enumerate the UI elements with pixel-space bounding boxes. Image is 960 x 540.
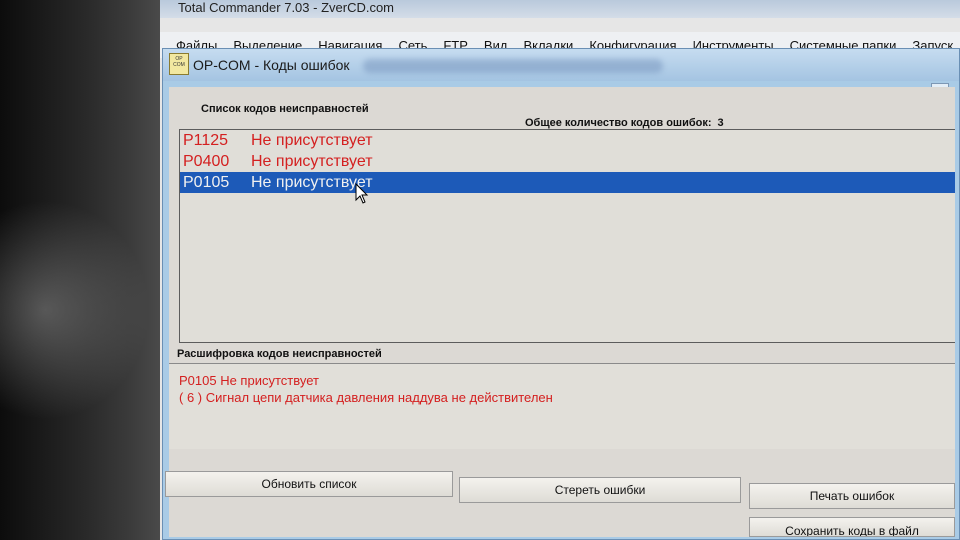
- mouse-cursor-icon: [355, 183, 369, 204]
- blurred-title-text: [363, 59, 663, 73]
- decode-header: Расшифровка кодов неисправностей: [177, 348, 382, 360]
- fault-status: Не присутствует: [251, 153, 373, 170]
- fault-count-value: 3: [717, 117, 724, 129]
- dialog-title: OP-COM - Коды ошибок: [193, 57, 350, 73]
- fault-code: P0400: [183, 153, 230, 170]
- refresh-list-button[interactable]: Обновить список: [165, 471, 453, 497]
- dialog-client-area: Список кодов неисправностей Общее количе…: [165, 87, 955, 537]
- decode-line: ( 6 ) Сигнал цепи датчика давления надду…: [179, 390, 553, 405]
- monitor-bezel: [0, 0, 160, 540]
- fault-code-row[interactable]: P1125 Не присутствует: [180, 130, 955, 151]
- decode-line: P0105 Не присутствует: [179, 373, 319, 388]
- decode-text-box: P0105 Не присутствует ( 6 ) Сигнал цепи …: [169, 363, 955, 449]
- fault-count-label: Общее количество кодов ошибок:: [525, 117, 712, 129]
- fault-code: P0105: [183, 174, 230, 191]
- fault-status: Не присутствует: [251, 132, 373, 149]
- dialog-titlebar[interactable]: OP COM OP-COM - Коды ошибок: [163, 49, 959, 81]
- fault-code-row[interactable]: P0400 Не присутствует: [180, 151, 955, 172]
- save-codes-button[interactable]: Сохранить коды в файл: [749, 517, 955, 537]
- opcom-fault-codes-dialog: OP COM OP-COM - Коды ошибок Список кодов…: [162, 48, 960, 540]
- fault-code-row-selected[interactable]: P0105 Не присутствует: [180, 172, 955, 204]
- wallpaper-smoke: [0, 200, 150, 420]
- fault-code: P1125: [183, 132, 229, 149]
- opcom-app-icon: OP COM: [169, 53, 189, 75]
- fault-code-list[interactable]: P1125 Не присутствует P0400 Не присутствуе…: [179, 129, 955, 343]
- total-commander-title: Total Commander 7.03 - ZverCD.com: [160, 0, 960, 18]
- clear-errors-button[interactable]: Стереть ошибки: [459, 477, 741, 503]
- print-errors-button[interactable]: Печать ошибок: [749, 483, 955, 509]
- fault-list-header: Список кодов неисправностей: [201, 103, 369, 115]
- fault-count: Общее количество кодов ошибок: 3: [525, 117, 724, 129]
